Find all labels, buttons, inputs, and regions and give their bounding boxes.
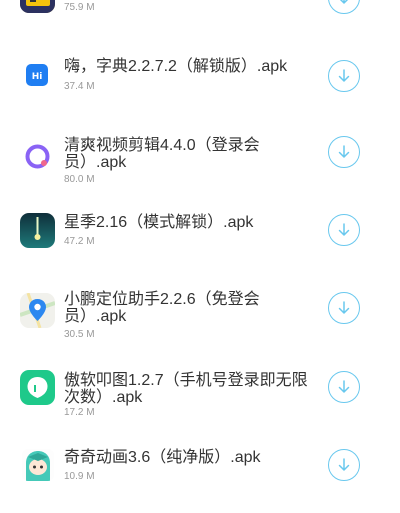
download-button[interactable]: [328, 214, 360, 246]
download-button[interactable]: [328, 60, 360, 92]
list-item[interactable]: Hi 嗨，字典2.2.7.2（解锁版）.apk 37.4 M: [0, 55, 400, 100]
file-size: 10.9 M: [64, 471, 95, 482]
file-name[interactable]: 星季2.16（模式解锁）.apk: [64, 214, 319, 231]
download-button[interactable]: [328, 0, 360, 14]
list-item[interactable]: 傲软叩图1.2.7（手机号登录即无限次数）.apk 17.2 M: [0, 369, 400, 421]
download-button[interactable]: [328, 371, 360, 403]
download-arrow-icon: [338, 223, 350, 236]
list-item[interactable]: 清爽视频剪辑4.4.0（登录会员）.apk 80.0 M: [0, 135, 400, 187]
starry-app-icon: [20, 213, 55, 248]
file-size: 17.2 M: [64, 407, 95, 418]
dictionary-app-icon: Hi: [22, 60, 52, 90]
file-name[interactable]: 小鹏定位助手2.2.6（免登会员）.apk: [64, 291, 319, 325]
download-button[interactable]: [328, 136, 360, 168]
file-size: 80.0 M: [64, 174, 95, 185]
video-editor-app-icon: [20, 139, 55, 174]
list-item[interactable]: 奇奇动画3.6（纯净版）.apk 10.9 M: [0, 447, 400, 487]
file-name[interactable]: 清爽视频剪辑4.4.0（登录会员）.apk: [64, 137, 319, 171]
download-arrow-icon: [338, 380, 350, 393]
apk-file-list: 75.9 M Hi 嗨，字典2.2.7.2（解锁版）.apk 37.4 M 清爽…: [0, 0, 400, 513]
download-arrow-icon: [338, 301, 350, 314]
download-arrow-icon: [338, 145, 350, 158]
list-item[interactable]: 小鹏定位助手2.2.6（免登会员）.apk 30.5 M: [0, 291, 400, 343]
download-button[interactable]: [328, 292, 360, 324]
download-arrow-icon: [338, 458, 350, 471]
file-size: 75.9 M: [64, 2, 95, 13]
download-arrow-icon: [339, 0, 349, 4]
download-button[interactable]: [328, 449, 360, 481]
svg-text:Hi: Hi: [32, 72, 43, 82]
file-name[interactable]: 嗨，字典2.2.7.2（解锁版）.apk: [64, 58, 319, 75]
file-size: 47.2 M: [64, 236, 95, 247]
file-size: 37.4 M: [64, 81, 95, 92]
list-item[interactable]: 75.9 M: [0, 0, 400, 20]
game-icon: [20, 0, 55, 13]
map-pin-app-icon: [20, 293, 55, 328]
file-size: 30.5 M: [64, 329, 95, 340]
download-arrow-icon: [338, 69, 350, 82]
list-item[interactable]: 星季2.16（模式解锁）.apk 47.2 M: [0, 212, 400, 252]
file-name[interactable]: 傲软叩图1.2.7（手机号登录即无限次数）.apk: [64, 372, 319, 406]
cutout-app-icon: [20, 370, 55, 405]
file-name[interactable]: 奇奇动画3.6（纯净版）.apk: [64, 449, 319, 466]
anime-app-icon: [22, 449, 54, 481]
